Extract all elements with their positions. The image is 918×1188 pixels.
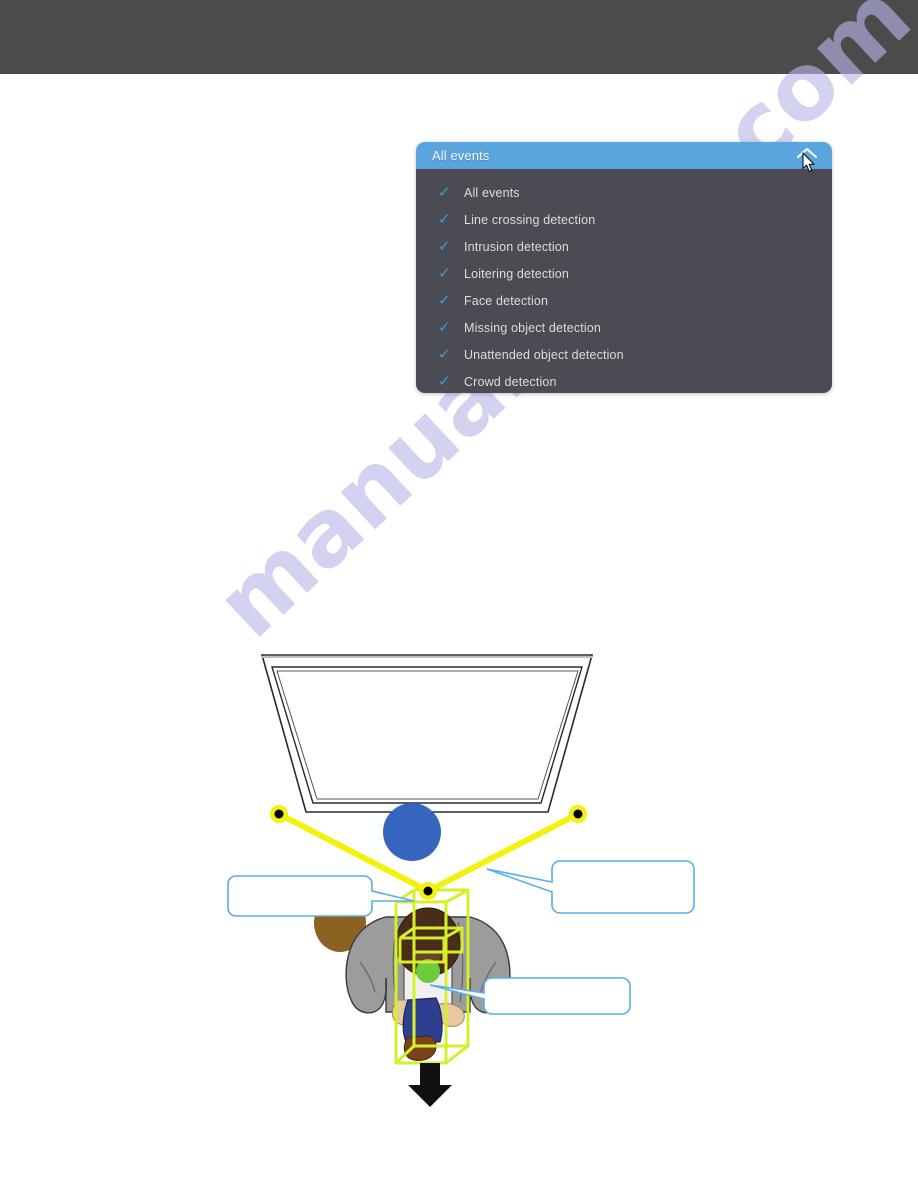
events-dropdown-list[interactable]: ✓ All events ✓ Line crossing detection ✓ Intr… — [416, 169, 832, 393]
checkmark-icon[interactable]: ✓ — [438, 239, 464, 254]
checkmark-icon[interactable]: ✓ — [438, 320, 464, 335]
events-dropdown-selected-value: All events — [432, 148, 490, 163]
mouse-pointer-icon — [802, 152, 816, 173]
event-option-label: Unattended object detection — [464, 347, 624, 362]
checkmark-icon[interactable]: ✓ — [438, 347, 464, 362]
checkmark-icon[interactable]: ✓ — [438, 374, 464, 389]
events-dropdown[interactable]: All events ✓ All events ✓ Line crossing det… — [416, 142, 832, 393]
event-option-2[interactable]: ✓ Intrusion detection — [416, 233, 832, 260]
event-option-0[interactable]: ✓ All events — [416, 179, 832, 206]
event-option-label: Intrusion detection — [464, 239, 569, 254]
event-option-3[interactable]: ✓ Loitering detection — [416, 260, 832, 287]
event-option-4[interactable]: ✓ Face detection — [416, 287, 832, 314]
event-option-label: All events — [464, 185, 520, 200]
event-option-label: Crowd detection — [464, 374, 557, 389]
events-dropdown-header[interactable]: All events — [416, 142, 832, 172]
checkmark-icon[interactable]: ✓ — [438, 185, 464, 200]
event-option-5[interactable]: ✓ Missing object detection — [416, 314, 832, 341]
event-option-label: Loitering detection — [464, 266, 570, 281]
event-option-1[interactable]: ✓ Line crossing detection — [416, 206, 832, 233]
event-option-label: Missing object detection — [464, 320, 602, 335]
checkmark-icon[interactable]: ✓ — [438, 212, 464, 227]
checkmark-icon[interactable]: ✓ — [438, 266, 464, 281]
event-option-6[interactable]: ✓ Unattended object detection — [416, 341, 832, 368]
event-option-label: Line crossing detection — [464, 212, 596, 227]
event-option-7[interactable]: ✓ Crowd detection — [416, 368, 832, 393]
window-top-bar — [0, 0, 918, 74]
checkmark-icon[interactable]: ✓ — [438, 293, 464, 308]
event-option-label: Face detection — [464, 293, 549, 308]
